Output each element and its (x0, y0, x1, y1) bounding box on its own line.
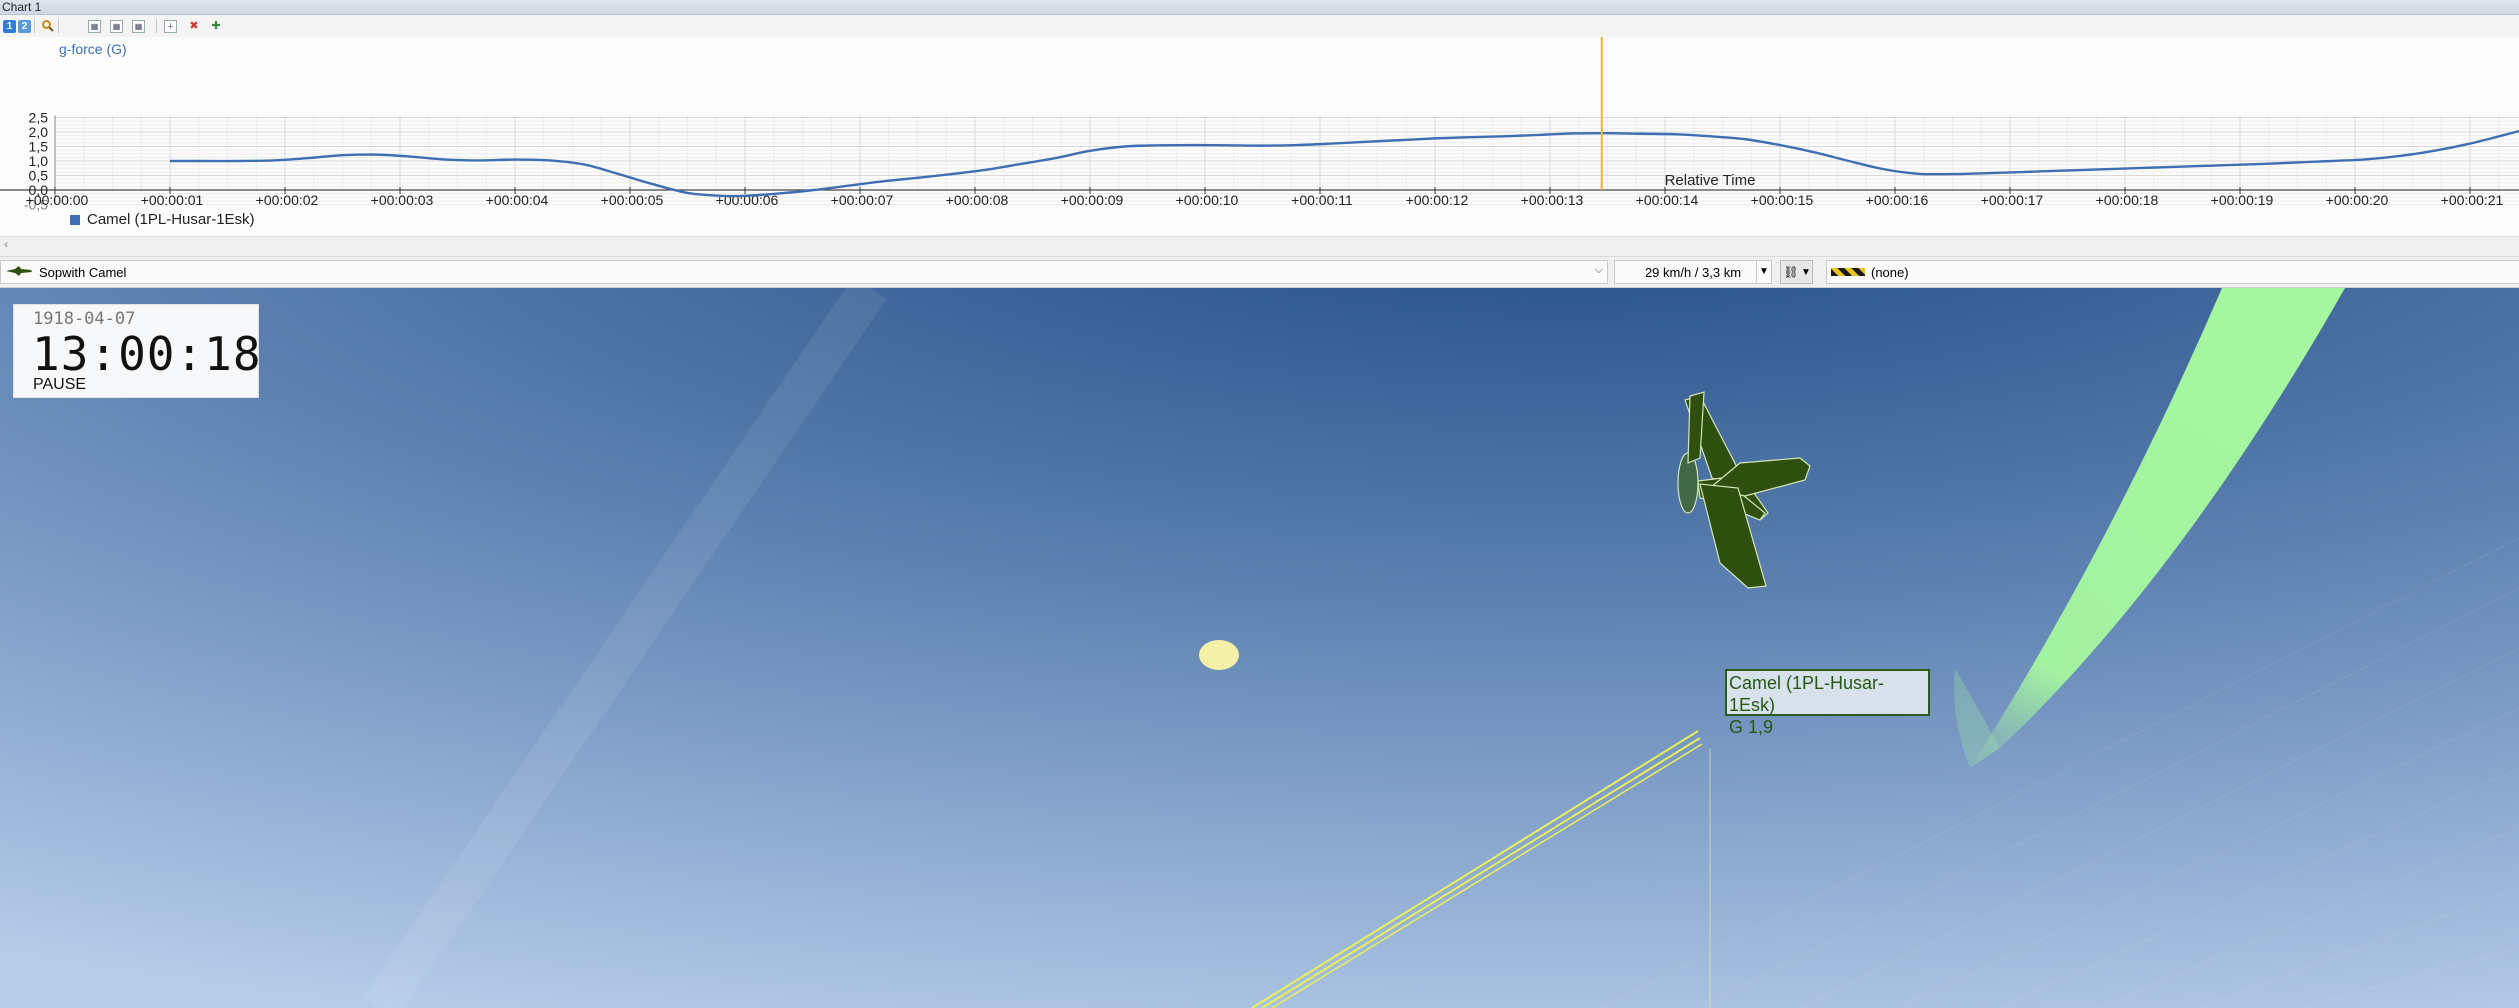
x-tick-label: +00:00:17 (1981, 192, 2044, 208)
x-tick-label: +00:00:05 (601, 192, 664, 208)
toolbar-separator (58, 19, 59, 33)
graph-view-1-icon[interactable]: ▦ (88, 20, 101, 33)
hazard-stripe-icon (1831, 268, 1865, 276)
aircraft-status-bar: Sopwith Camel ⌵ 29 km/h / 3,3 km ▼ ⛓ ▼ (… (0, 256, 2519, 288)
track-select[interactable]: (none) (1826, 260, 2519, 284)
window-title: Chart 1 (2, 0, 42, 14)
x-tick-label: +00:00:21 (2441, 192, 2504, 208)
x-tick-label: +00:00:09 (1061, 192, 1124, 208)
legend-swatch (70, 214, 80, 225)
x-tick-label: +00:00:03 (371, 192, 434, 208)
toolbar-separator (34, 19, 35, 33)
x-tick-label: +00:00:19 (2211, 192, 2274, 208)
graph-view-2-icon[interactable]: ▦ (110, 20, 123, 33)
x-tick-label: +00:00:14 (1636, 192, 1699, 208)
x-tick-label: +00:00:13 (1521, 192, 1584, 208)
x-tick-label: +00:00:12 (1406, 192, 1469, 208)
sky-background (0, 288, 2519, 1008)
camera-link-icon[interactable]: ⛓ (1780, 260, 1802, 284)
aircraft-label-name: Camel (1PL-Husar-1Esk) (1729, 673, 1885, 715)
chart-1-button[interactable]: 1 (3, 20, 16, 33)
x-tick-label: +00:00:08 (946, 192, 1009, 208)
chart-canvas: 2,52,01,51,00,50,0-0,5+00:00:00 +00:00:01… (0, 37, 2519, 213)
x-tick-label: +00:00:15 (1751, 192, 1814, 208)
window-titlebar: Chart 1 (0, 0, 2519, 15)
x-tick-label: +00:00:20 (2326, 192, 2389, 208)
sim-date: 1918-04-07 (33, 309, 136, 329)
sun-icon (1199, 640, 1239, 670)
chart-horizontal-scrollbar[interactable]: ‹ (0, 236, 2519, 252)
x-tick-label: +00:00:02 (256, 192, 319, 208)
speed-scale-select[interactable]: 29 km/h / 3,3 km (1614, 260, 1772, 284)
chevron-down-icon[interactable]: ⌵ (1595, 264, 1603, 277)
x-tick-label: +00:00:00 (26, 192, 89, 208)
aircraft-select[interactable]: Sopwith Camel ⌵ (0, 260, 1608, 284)
sim-clock-panel: 1918-04-07 13:00:18 PAUSE (13, 304, 262, 398)
x-tick-label: +00:00:11 (1291, 192, 1353, 208)
add-series-icon[interactable]: ＋ (164, 20, 177, 33)
settings-icon[interactable]: ✚ (208, 18, 224, 34)
zoom-icon[interactable] (40, 18, 56, 34)
g-force-series-line (170, 129, 2519, 198)
aircraft-label-g: G 1,9 (1729, 717, 1774, 737)
3d-scene-view[interactable]: 1918-04-07 13:00:18 PAUSE Camel (1PL-Hus… (0, 288, 2519, 1008)
x-tick-label: +00:00:01 (141, 192, 204, 208)
graph-view-3-icon[interactable]: ▦ (132, 20, 145, 33)
airplane-icon (5, 265, 33, 280)
scroll-left-icon[interactable]: ‹ (4, 237, 8, 251)
speed-dropdown-icon[interactable]: ▼ (1756, 260, 1771, 282)
x-tick-label: +00:00:18 (2096, 192, 2159, 208)
sim-state: PAUSE (33, 376, 87, 393)
g-force-chart: 2,5 2,0 1,5 1,0 0,5 0,0 -0,5 +00:00:00 +00:00:01… (0, 37, 2519, 237)
sim-time: 13:00:18 (32, 327, 262, 381)
chart-legend: Camel (1PL-Husar-1Esk) (70, 211, 255, 228)
speed-scale-value: 29 km/h / 3,3 km (1644, 264, 1742, 280)
chart-toolbar: 1 2 ▦ ▦ ▦ ＋ ✖ ✚ (0, 15, 2519, 38)
chart-2-button[interactable]: 2 (18, 20, 31, 33)
aircraft-label[interactable]: Camel (1PL-Husar-1Esk) G 1,9 (1725, 669, 1930, 737)
track-select-value: (none) (1871, 264, 1909, 280)
x-tick-label: +00:00:07 (831, 192, 894, 208)
legend-label: Camel (1PL-Husar-1Esk) (87, 211, 255, 228)
toolbar-separator (156, 19, 157, 33)
x-tick-label: +00:00:16 (1866, 192, 1929, 208)
x-tick-label: +00:00:04 (486, 192, 549, 208)
x-tick-label: +00:00:10 (1176, 192, 1239, 208)
x-axis-title: Relative Time (1665, 172, 1756, 189)
series-axis-label: g-force (G) (59, 41, 127, 57)
remove-series-icon[interactable]: ✖ (186, 18, 202, 34)
camera-dropdown-icon[interactable]: ▼ (1800, 260, 1813, 284)
aircraft-select-value: Sopwith Camel (39, 264, 127, 280)
